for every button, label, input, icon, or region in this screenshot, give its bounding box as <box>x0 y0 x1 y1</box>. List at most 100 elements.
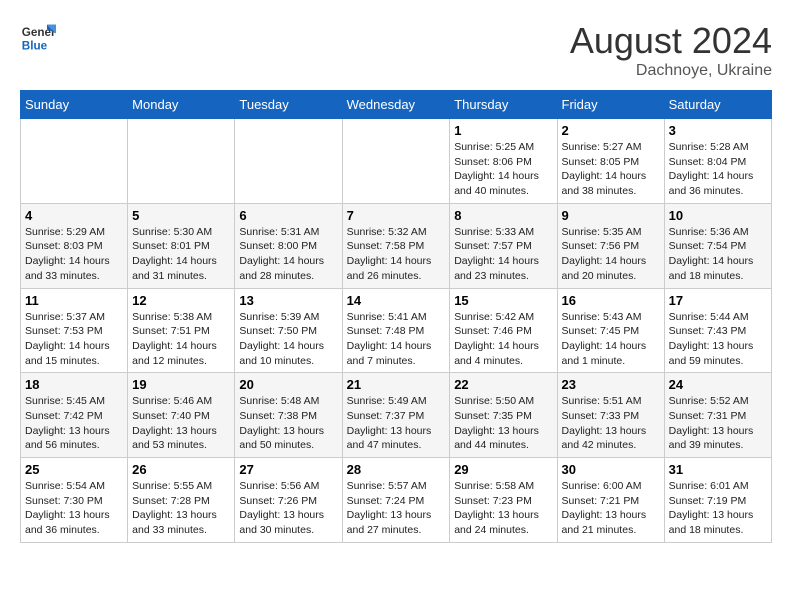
day-number: 26 <box>132 462 230 477</box>
day-info: Sunrise: 6:00 AM Sunset: 7:21 PM Dayligh… <box>562 479 660 538</box>
calendar-cell: 5Sunrise: 5:30 AM Sunset: 8:01 PM Daylig… <box>128 203 235 288</box>
day-info: Sunrise: 5:48 AM Sunset: 7:38 PM Dayligh… <box>239 394 337 453</box>
day-info: Sunrise: 5:54 AM Sunset: 7:30 PM Dayligh… <box>25 479 123 538</box>
day-number: 2 <box>562 123 660 138</box>
day-number: 11 <box>25 293 123 308</box>
calendar-cell: 31 Sunrise: 6:01 AM Sunset: 7:19 PM Dayli… <box>664 458 771 543</box>
calendar-cell <box>235 119 342 204</box>
calendar-cell: 25Sunrise: 5:54 AM Sunset: 7:30 PM Dayli… <box>21 458 128 543</box>
calendar-cell: 4 Sunrise: 5:29 AM Sunset: 8:03 PM Daylig… <box>21 203 128 288</box>
header-friday: Friday <box>557 91 664 119</box>
calendar-cell: 2 Sunrise: 5:27 AM Sunset: 8:05 PM Daylig… <box>557 119 664 204</box>
day-number: 27 <box>239 462 337 477</box>
calendar-cell: 21 Sunrise: 5:49 AM Sunset: 7:37 PM Dayli… <box>342 373 450 458</box>
calendar-cell <box>342 119 450 204</box>
calendar-cell: 26 Sunrise: 5:55 AM Sunset: 7:28 PM Dayli… <box>128 458 235 543</box>
day-number: 9 <box>562 208 660 223</box>
day-number: 19 <box>132 377 230 392</box>
header-monday: Monday <box>128 91 235 119</box>
header-tuesday: Tuesday <box>235 91 342 119</box>
day-info: Sunrise: 5:36 AM Sunset: 7:54 PM Dayligh… <box>669 225 767 284</box>
calendar-cell: 17Sunrise: 5:44 AM Sunset: 7:43 PM Dayli… <box>664 288 771 373</box>
day-info: Sunrise: 5:28 AM Sunset: 8:04 PM Dayligh… <box>669 140 767 199</box>
day-info: Sunrise: 5:33 AM Sunset: 7:57 PM Dayligh… <box>454 225 552 284</box>
day-info: Sunrise: 5:41 AM Sunset: 7:48 PM Dayligh… <box>347 310 446 369</box>
day-info: Sunrise: 5:50 AM Sunset: 7:35 PM Dayligh… <box>454 394 552 453</box>
header-saturday: Saturday <box>664 91 771 119</box>
svg-text:Blue: Blue <box>22 40 48 53</box>
day-info: Sunrise: 5:46 AM Sunset: 7:40 PM Dayligh… <box>132 394 230 453</box>
header-thursday: Thursday <box>450 91 557 119</box>
day-info: Sunrise: 5:56 AM Sunset: 7:26 PM Dayligh… <box>239 479 337 538</box>
day-number: 12 <box>132 293 230 308</box>
calendar-cell: 13 Sunrise: 5:39 AM Sunset: 7:50 PM Dayli… <box>235 288 342 373</box>
day-number: 30 <box>562 462 660 477</box>
day-number: 22 <box>454 377 552 392</box>
calendar-table: SundayMondayTuesdayWednesdayThursdayFrid… <box>20 90 772 543</box>
week-row-5: 25Sunrise: 5:54 AM Sunset: 7:30 PM Dayli… <box>21 458 772 543</box>
day-number: 17 <box>669 293 767 308</box>
calendar-cell: 22 Sunrise: 5:50 AM Sunset: 7:35 PM Dayli… <box>450 373 557 458</box>
day-number: 16 <box>562 293 660 308</box>
calendar-cell: 30 Sunrise: 6:00 AM Sunset: 7:21 PM Dayli… <box>557 458 664 543</box>
month-year: August 2024 <box>570 20 772 62</box>
day-number: 13 <box>239 293 337 308</box>
day-info: Sunrise: 5:25 AM Sunset: 8:06 PM Dayligh… <box>454 140 552 199</box>
calendar-cell: 12Sunrise: 5:38 AM Sunset: 7:51 PM Dayli… <box>128 288 235 373</box>
day-info: Sunrise: 5:43 AM Sunset: 7:45 PM Dayligh… <box>562 310 660 369</box>
day-info: Sunrise: 5:45 AM Sunset: 7:42 PM Dayligh… <box>25 394 123 453</box>
logo: General Blue <box>20 20 56 56</box>
day-number: 21 <box>347 377 446 392</box>
day-info: Sunrise: 5:49 AM Sunset: 7:37 PM Dayligh… <box>347 394 446 453</box>
calendar-cell: 7 Sunrise: 5:32 AM Sunset: 7:58 PM Daylig… <box>342 203 450 288</box>
day-info: Sunrise: 5:58 AM Sunset: 7:23 PM Dayligh… <box>454 479 552 538</box>
day-number: 23 <box>562 377 660 392</box>
calendar-cell: 1Sunrise: 5:25 AM Sunset: 8:06 PM Daylig… <box>450 119 557 204</box>
day-number: 7 <box>347 208 446 223</box>
week-row-3: 11 Sunrise: 5:37 AM Sunset: 7:53 PM Dayli… <box>21 288 772 373</box>
calendar-cell: 28 Sunrise: 5:57 AM Sunset: 7:24 PM Dayli… <box>342 458 450 543</box>
location: Dachnoye, Ukraine <box>570 62 772 80</box>
day-info: Sunrise: 5:37 AM Sunset: 7:53 PM Dayligh… <box>25 310 123 369</box>
day-info: Sunrise: 5:42 AM Sunset: 7:46 PM Dayligh… <box>454 310 552 369</box>
day-number: 15 <box>454 293 552 308</box>
day-number: 29 <box>454 462 552 477</box>
day-number: 14 <box>347 293 446 308</box>
calendar-cell <box>128 119 235 204</box>
page-header: General Blue August 2024 Dachnoye, Ukrai… <box>20 20 772 80</box>
calendar-cell <box>21 119 128 204</box>
calendar-cell: 6Sunrise: 5:31 AM Sunset: 8:00 PM Daylig… <box>235 203 342 288</box>
calendar-cell: 20Sunrise: 5:48 AM Sunset: 7:38 PM Dayli… <box>235 373 342 458</box>
day-info: Sunrise: 5:30 AM Sunset: 8:01 PM Dayligh… <box>132 225 230 284</box>
title-block: August 2024 Dachnoye, Ukraine <box>570 20 772 80</box>
day-info: Sunrise: 5:27 AM Sunset: 8:05 PM Dayligh… <box>562 140 660 199</box>
calendar-cell: 10Sunrise: 5:36 AM Sunset: 7:54 PM Dayli… <box>664 203 771 288</box>
day-number: 31 <box>669 462 767 477</box>
calendar-cell: 23 Sunrise: 5:51 AM Sunset: 7:33 PM Dayli… <box>557 373 664 458</box>
day-number: 28 <box>347 462 446 477</box>
day-info: Sunrise: 5:29 AM Sunset: 8:03 PM Dayligh… <box>25 225 123 284</box>
day-info: Sunrise: 5:51 AM Sunset: 7:33 PM Dayligh… <box>562 394 660 453</box>
calendar-cell: 8 Sunrise: 5:33 AM Sunset: 7:57 PM Daylig… <box>450 203 557 288</box>
calendar-cell: 9 Sunrise: 5:35 AM Sunset: 7:56 PM Daylig… <box>557 203 664 288</box>
day-info: Sunrise: 5:39 AM Sunset: 7:50 PM Dayligh… <box>239 310 337 369</box>
day-number: 4 <box>25 208 123 223</box>
day-number: 6 <box>239 208 337 223</box>
day-number: 8 <box>454 208 552 223</box>
day-info: Sunrise: 5:32 AM Sunset: 7:58 PM Dayligh… <box>347 225 446 284</box>
calendar-cell: 24Sunrise: 5:52 AM Sunset: 7:31 PM Dayli… <box>664 373 771 458</box>
day-info: Sunrise: 5:57 AM Sunset: 7:24 PM Dayligh… <box>347 479 446 538</box>
calendar-cell: 14 Sunrise: 5:41 AM Sunset: 7:48 PM Dayli… <box>342 288 450 373</box>
header-sunday: Sunday <box>21 91 128 119</box>
day-number: 3 <box>669 123 767 138</box>
calendar-cell: 29 Sunrise: 5:58 AM Sunset: 7:23 PM Dayli… <box>450 458 557 543</box>
day-info: Sunrise: 5:55 AM Sunset: 7:28 PM Dayligh… <box>132 479 230 538</box>
calendar-cell: 27 Sunrise: 5:56 AM Sunset: 7:26 PM Dayli… <box>235 458 342 543</box>
week-row-4: 18Sunrise: 5:45 AM Sunset: 7:42 PM Dayli… <box>21 373 772 458</box>
week-row-2: 4 Sunrise: 5:29 AM Sunset: 8:03 PM Daylig… <box>21 203 772 288</box>
calendar-cell: 15 Sunrise: 5:42 AM Sunset: 7:46 PM Dayli… <box>450 288 557 373</box>
week-row-1: 1Sunrise: 5:25 AM Sunset: 8:06 PM Daylig… <box>21 119 772 204</box>
day-info: Sunrise: 5:52 AM Sunset: 7:31 PM Dayligh… <box>669 394 767 453</box>
day-info: Sunrise: 5:35 AM Sunset: 7:56 PM Dayligh… <box>562 225 660 284</box>
day-info: Sunrise: 6:01 AM Sunset: 7:19 PM Dayligh… <box>669 479 767 538</box>
